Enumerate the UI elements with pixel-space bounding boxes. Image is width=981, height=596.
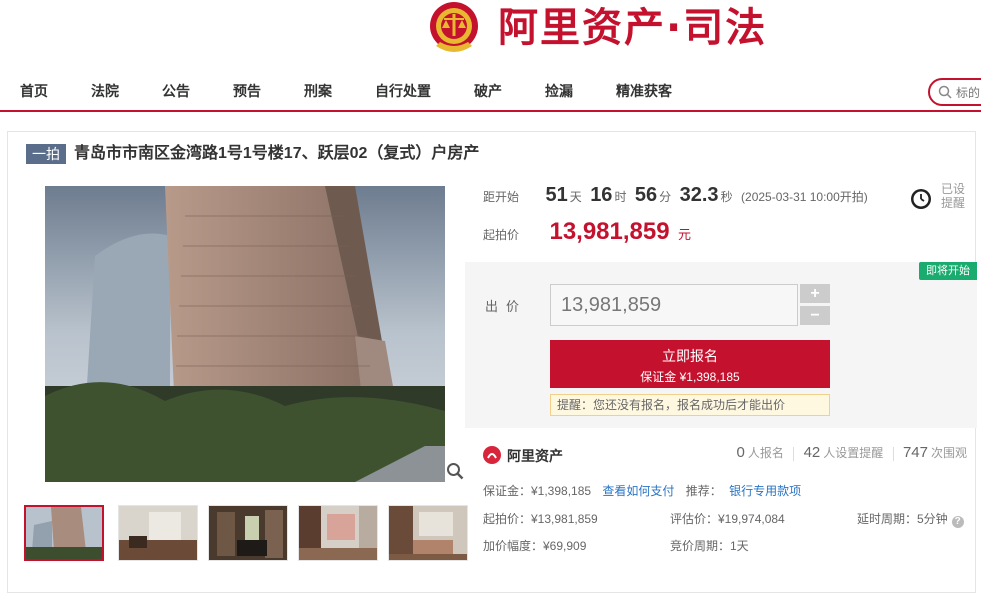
nav-item-notice[interactable]: 公告 [162, 81, 190, 101]
thumbnail-image [389, 506, 467, 560]
minutes-unit: 分 [659, 190, 672, 204]
reminder-line2: 提醒 [941, 196, 966, 210]
reminder-count: 42 [803, 444, 821, 461]
site-logo-text[interactable]: 阿里资产·司法 [498, 4, 767, 52]
divider [892, 446, 894, 461]
countdown-seconds: 32.3 [679, 184, 719, 206]
ali-asset-logo-text: 阿里资产 [507, 448, 563, 464]
countdown-hours: 16 [590, 184, 613, 206]
nav-item-self-disposal[interactable]: 自行处置 [375, 81, 431, 101]
main-photo[interactable] [25, 186, 465, 482]
thumbnail-image [299, 506, 377, 560]
nav-item-home[interactable]: 首页 [20, 81, 48, 101]
start-price-unit: 元 [678, 227, 692, 242]
bid-label: 出价 [485, 299, 528, 314]
bid-increase-button[interactable]: + [800, 284, 830, 303]
bid-amount-input[interactable]: 13,981,859 [550, 284, 798, 326]
recommend-label: 推荐： [685, 484, 722, 498]
view-count: 747 [902, 444, 928, 461]
stats-row: 阿里资产 0 人报名 42 人设置提醒 747 次围观 [465, 438, 977, 478]
countdown: 距开始 51 天 16 时 56 分 32.3 秒 (2025-03-31 10:00开… [483, 184, 868, 212]
signup-deposit-label: 保证金 ¥1,398,185 [640, 370, 740, 384]
zoom-icon[interactable] [446, 462, 464, 480]
auction-info-panel: 距开始 51 天 16 时 56 分 32.3 秒 (2025-03-31 10:00开… [465, 172, 977, 592]
deposit-text: 保证金：¥1,398,185 [483, 484, 592, 498]
page: 阿里资产·司法 首页 法院 公告 预告 刑案 自行处置 破产 捡漏 精准获客 一… [0, 0, 981, 596]
countdown-days: 51 [545, 184, 568, 206]
deposit-row: 保证金：¥1,398,185 查看如何支付 推荐： 银行专用款项 [483, 482, 801, 499]
thumbnail-image [26, 507, 102, 559]
search-icon[interactable] [938, 85, 952, 99]
seconds-unit: 秒 [720, 190, 733, 204]
countdown-label: 距开始 [483, 190, 520, 204]
nav-item-bankruptcy[interactable]: 破产 [474, 81, 502, 101]
status-badge: 即将开始 [919, 262, 977, 280]
detail-increment: 加价幅度：¥69,909 [483, 539, 587, 553]
auction-card: 一拍 青岛市市南区金湾路1号1号楼17、跃层02（复式）户房产 距开始 51 天… [7, 131, 977, 593]
header: 阿里资产·司法 [0, 0, 981, 62]
nav-item-preview[interactable]: 预告 [233, 81, 261, 101]
signup-button-label: 立即报名 [662, 348, 718, 364]
signup-count: 0 [736, 444, 745, 461]
nav-item-lead-gen[interactable]: 精准获客 [616, 81, 672, 101]
search-box[interactable] [928, 78, 981, 106]
auction-title: 青岛市市南区金湾路1号1号楼17、跃层02（复式）户房产 [74, 145, 480, 162]
main-nav: 首页 法院 公告 预告 刑案 自行处置 破产 捡漏 精准获客 [0, 72, 981, 112]
thumbnail[interactable] [24, 505, 104, 561]
thumbnail[interactable] [388, 505, 468, 561]
search-input[interactable] [956, 83, 981, 103]
detail-delay-period: 延时周期：5分钟? [857, 510, 964, 528]
view-count-label: 次围观 [930, 446, 967, 460]
thumbnail[interactable] [208, 505, 288, 561]
reminder-toggle[interactable]: 已设 提醒 [909, 180, 969, 216]
help-icon[interactable]: ? [951, 516, 964, 528]
signup-count-label: 人报名 [747, 446, 784, 460]
divider [793, 446, 795, 461]
hours-unit: 时 [614, 190, 627, 204]
signup-button[interactable]: 立即报名 保证金 ¥1,398,185 [550, 340, 830, 388]
thumbnail[interactable] [118, 505, 198, 561]
signup-reminder: 提醒：您还没有报名，报名成功后才能出价 [550, 394, 830, 416]
detail-appraisal-price: 评估价：¥19,974,084 [670, 512, 785, 526]
start-price-value: 13,981,859 [549, 218, 670, 245]
how-to-pay-link[interactable]: 查看如何支付 [602, 484, 674, 498]
thumbnail-image [119, 506, 197, 560]
bid-area: 即将开始 出价 13,981,859 + − 立即报名 保证金 ¥1,398,1… [465, 262, 977, 428]
detail-bid-period: 竞价周期：1天 [670, 539, 749, 553]
start-price-row: 起拍价 13,981,859 元 [483, 218, 691, 246]
bank-payment-link[interactable]: 银行专用款项 [729, 484, 801, 498]
round-badge: 一拍 [26, 144, 66, 164]
nav-item-criminal[interactable]: 刑案 [304, 81, 332, 101]
reminder-count-label: 人设置提醒 [823, 446, 884, 460]
start-time: (2025-03-31 10:00开拍) [741, 190, 868, 204]
delay-period-text: 延时周期：5分钟 [857, 512, 948, 526]
reminder-line1: 已设 [941, 182, 966, 196]
ali-asset-logo-icon [483, 446, 501, 464]
thumbnail[interactable] [298, 505, 378, 561]
detail-start-price: 起拍价：¥13,981,859 [483, 512, 598, 526]
nav-item-court[interactable]: 法院 [91, 81, 119, 101]
thumbnail-image [209, 506, 287, 560]
alarm-clock-icon [911, 189, 931, 209]
bid-decrease-button[interactable]: − [800, 306, 830, 325]
days-unit: 天 [569, 190, 582, 204]
countdown-minutes: 56 [634, 184, 658, 206]
building-photo-image [25, 186, 465, 482]
start-price-label: 起拍价 [483, 228, 520, 242]
reminder-text: 已设 提醒 [941, 182, 965, 210]
participation-stats: 0 人报名 42 人设置提醒 747 次围观 [737, 444, 967, 461]
nav-item-bargain[interactable]: 捡漏 [545, 81, 573, 101]
court-emblem-icon [430, 2, 478, 52]
